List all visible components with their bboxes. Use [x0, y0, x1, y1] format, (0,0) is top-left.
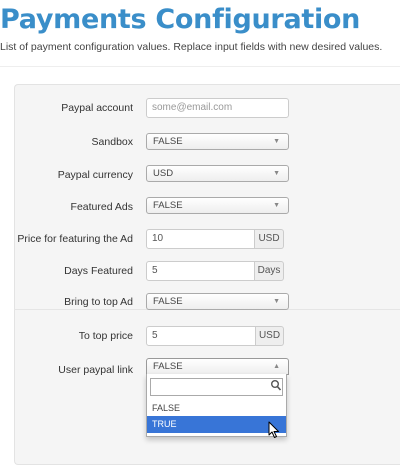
- days-featured-addon: Days: [255, 261, 284, 281]
- chevron-down-icon: ▼: [273, 170, 280, 177]
- chevron-up-icon: ▲: [273, 363, 280, 370]
- bring-to-top-label: Bring to top Ad: [64, 296, 133, 308]
- mouse-pointer-icon: [268, 421, 279, 438]
- paypal-account-label: Paypal account: [61, 102, 133, 114]
- paypal-account-input[interactable]: some@email.com: [146, 98, 289, 118]
- paypal-currency-value: USD: [153, 168, 174, 179]
- featuring-price-label: Price for featuring the Ad: [17, 233, 133, 245]
- bring-to-top-select[interactable]: FALSE ▼: [146, 293, 289, 310]
- to-top-price-addon: USD: [256, 326, 284, 346]
- days-featured-input[interactable]: 5: [146, 261, 255, 281]
- days-featured-label: Days Featured: [64, 265, 133, 277]
- dropdown-search-input[interactable]: [150, 378, 283, 396]
- dropdown-option-true[interactable]: TRUE: [147, 416, 286, 433]
- to-top-price-input[interactable]: 5: [146, 326, 256, 346]
- chevron-down-icon: ▼: [273, 202, 280, 209]
- sandbox-label: Sandbox: [91, 136, 133, 148]
- chevron-down-icon: ▼: [273, 138, 280, 145]
- page-description: List of payment configuration values. Re…: [0, 41, 383, 53]
- sandbox-select[interactable]: FALSE ▼: [146, 133, 289, 150]
- to-top-price-label: To top price: [78, 330, 133, 342]
- bring-to-top-value: FALSE: [153, 296, 183, 307]
- featured-ads-label: Featured Ads: [70, 201, 133, 213]
- featured-ads-select[interactable]: FALSE ▼: [146, 197, 289, 214]
- user-paypal-link-select[interactable]: FALSE ▲: [146, 358, 289, 375]
- dropdown-option-false[interactable]: FALSE: [147, 400, 286, 417]
- search-icon: [270, 379, 282, 393]
- page-title: Payments Configuration: [0, 4, 361, 35]
- paypal-currency-label: Paypal currency: [57, 169, 133, 181]
- divider: [0, 66, 400, 67]
- featured-ads-value: FALSE: [153, 200, 183, 211]
- user-paypal-link-dropdown: FALSE TRUE: [146, 374, 287, 437]
- chevron-down-icon: ▼: [273, 298, 280, 305]
- user-paypal-link-label: User paypal link: [58, 364, 133, 376]
- paypal-currency-select[interactable]: USD ▼: [146, 165, 289, 182]
- user-paypal-link-value: FALSE: [153, 361, 183, 372]
- sandbox-value: FALSE: [153, 136, 183, 147]
- featuring-price-input[interactable]: 10: [146, 229, 255, 249]
- featuring-price-addon: USD: [255, 229, 284, 249]
